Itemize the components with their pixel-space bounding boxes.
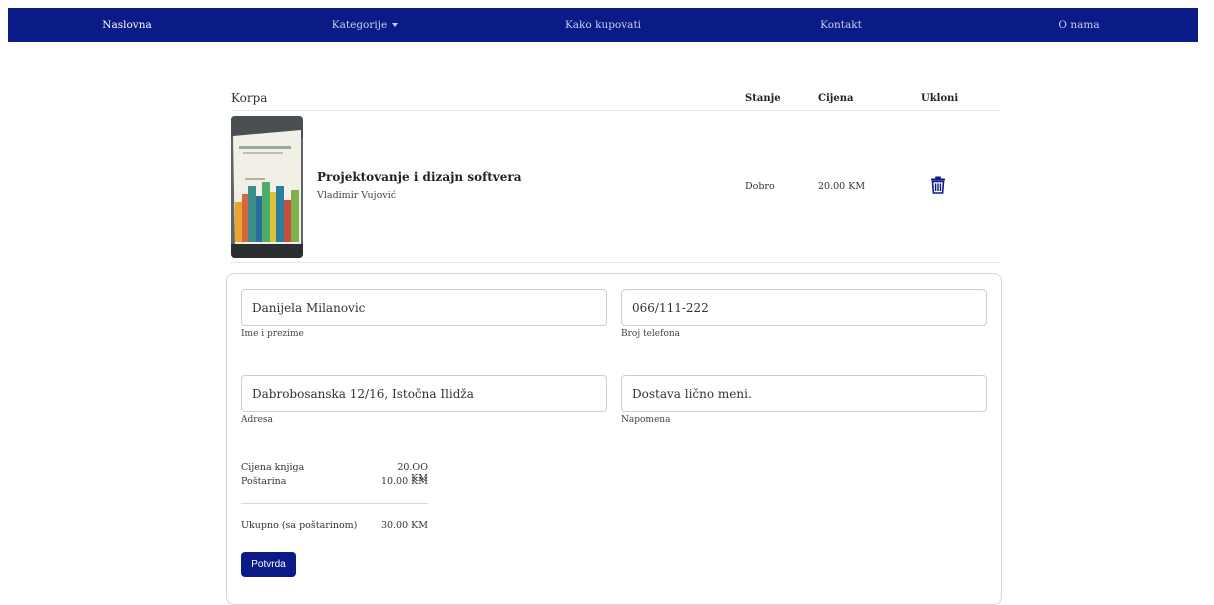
note-label: Napomena bbox=[621, 415, 671, 425]
cart-header: Korpa Stanje Cijena Ukloni bbox=[231, 88, 1001, 111]
nav-about[interactable]: O nama bbox=[960, 19, 1198, 31]
book-photo bbox=[231, 116, 303, 258]
cart-title: Korpa bbox=[231, 91, 268, 105]
remove-item-button[interactable] bbox=[930, 176, 946, 194]
cart-item-row: Projektovanje i dizajn softvera Vladimir… bbox=[231, 112, 1001, 263]
shipping-label: Poštarina bbox=[241, 476, 287, 487]
total-label: Ukupno (sa poštarinom) bbox=[241, 520, 358, 531]
address-label: Adresa bbox=[241, 415, 273, 425]
phone-label: Broj telefona bbox=[621, 329, 681, 339]
book-title[interactable]: Projektovanje i dizajn softvera bbox=[317, 170, 522, 184]
chevron-down-icon bbox=[392, 23, 399, 27]
address-field[interactable]: Dabrobosanska 12/16, Istočna Ilidža bbox=[241, 375, 607, 412]
nav-home[interactable]: Naslovna bbox=[8, 19, 246, 31]
book-author: Vladimir Vujović bbox=[317, 190, 397, 201]
full-name-label: Ime i prezime bbox=[241, 329, 304, 339]
book-condition: Dobro bbox=[745, 181, 775, 192]
nav-how-to-buy[interactable]: Kako kupovati bbox=[484, 19, 722, 31]
full-name-field[interactable]: Danijela Milanovic bbox=[241, 289, 607, 326]
phone-field[interactable]: 066/111-222 bbox=[621, 289, 987, 326]
column-condition: Stanje bbox=[745, 93, 781, 104]
book-cover-image bbox=[231, 116, 303, 258]
trash-icon bbox=[931, 176, 945, 194]
total-value: 30.00 KM bbox=[380, 520, 428, 531]
nav-contact[interactable]: Kontakt bbox=[722, 19, 960, 31]
top-navbar: Naslovna Kategorije Kako kupovati Kontak… bbox=[8, 8, 1198, 42]
shipping-value: 10.00 KM bbox=[380, 476, 428, 487]
nav-categories-label: Kategorije bbox=[331, 19, 388, 31]
books-price-label: Cijena knjiga bbox=[241, 462, 305, 473]
confirm-button[interactable]: Potvrda bbox=[241, 552, 296, 577]
summary-divider bbox=[241, 503, 428, 504]
column-price: Cijena bbox=[818, 93, 854, 104]
column-remove: Ukloni bbox=[921, 93, 959, 104]
note-field[interactable]: Dostava lično meni. bbox=[621, 375, 987, 412]
nav-categories[interactable]: Kategorije bbox=[246, 19, 484, 31]
book-price: 20.00 KM bbox=[818, 181, 866, 192]
